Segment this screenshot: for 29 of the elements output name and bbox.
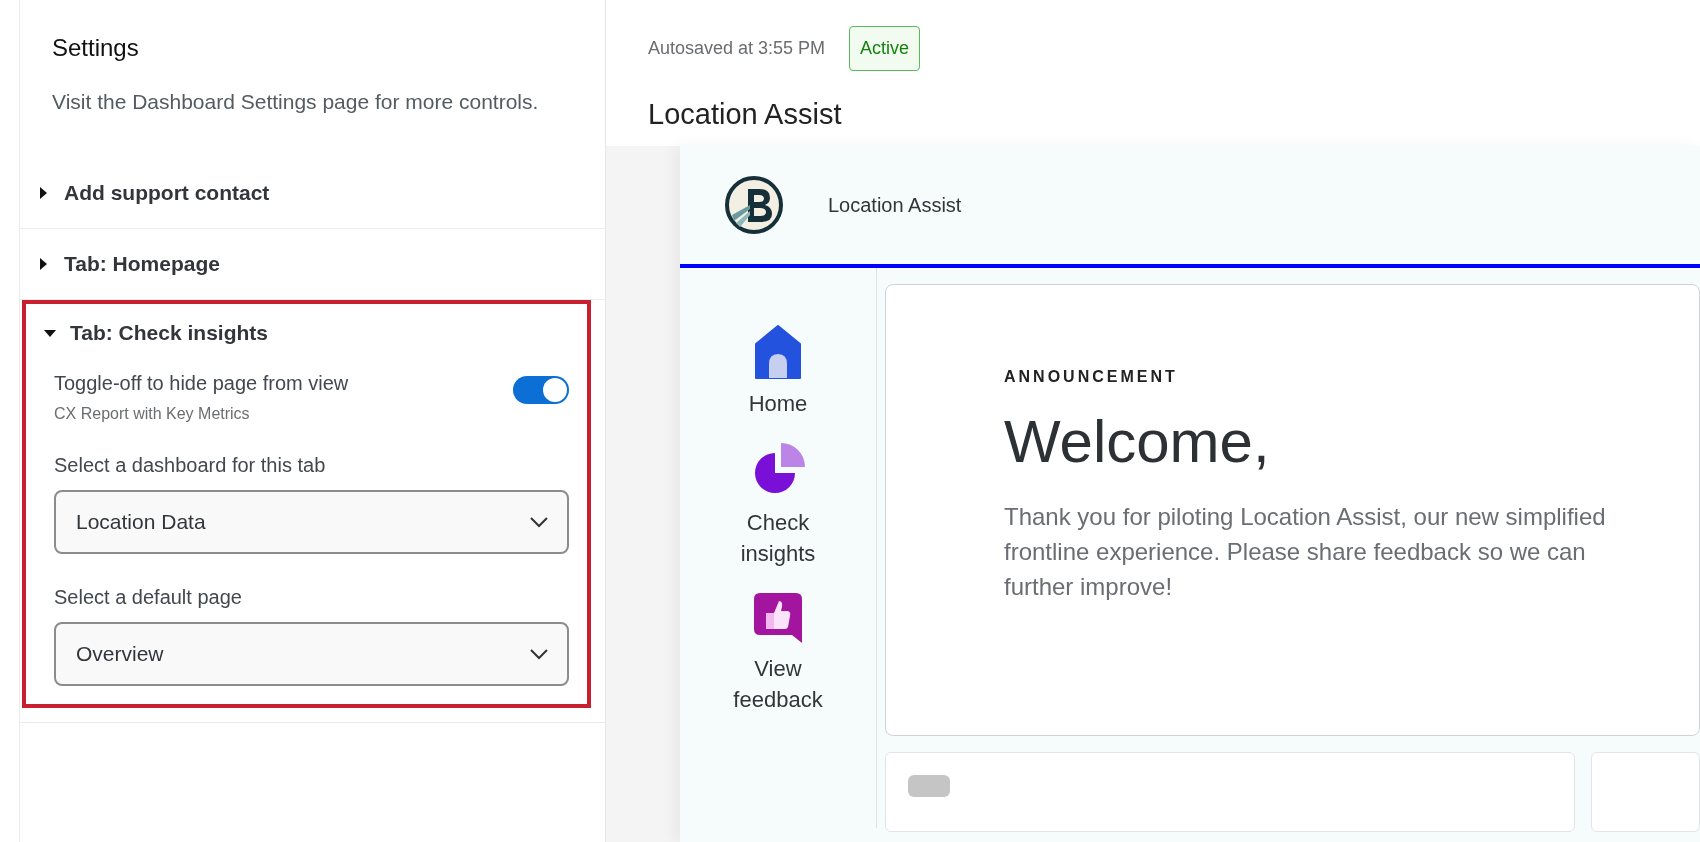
- nav-item[interactable]: View feedback: [723, 590, 833, 715]
- home-icon: [752, 323, 804, 380]
- eyebrow-text: ANNOUNCEMENT: [1004, 366, 1179, 387]
- toggle-label: Toggle-off to hide page from view: [54, 371, 349, 396]
- app-name: Location Assist: [828, 192, 962, 218]
- nav-item[interactable]: Check insights: [723, 440, 833, 569]
- section-header[interactable]: Tab: Check insights: [26, 304, 587, 362]
- welcome-heading: Welcome,: [1004, 408, 1271, 475]
- description-text: Visit the Dashboard Settings page for more controls.: [51, 89, 540, 115]
- placeholder-pill: [908, 774, 950, 797]
- dropdown-select[interactable]: Overview: [54, 622, 569, 686]
- thumbs-up-icon: [752, 590, 804, 645]
- panel-title: Settings: [51, 33, 140, 63]
- select-label: Select a dashboard for this tab: [54, 453, 327, 478]
- section-header[interactable]: Add support contact: [20, 158, 605, 228]
- caret-icon: [44, 327, 56, 339]
- toggle-sublabel: CX Report with Key Metrics: [54, 404, 251, 424]
- nav-item[interactable]: Home: [748, 323, 808, 419]
- announcement-text: Thank you for piloting Location Assist, our new simplified frontline experience. Please share feedback so we can further improve!: [1004, 501, 1607, 602]
- chevron-down-icon: [529, 516, 549, 528]
- logo-icon: [724, 174, 784, 235]
- dropdown-select[interactable]: Location Data: [54, 490, 569, 554]
- autosave-text: Autosaved at 3:55 PM: [648, 37, 826, 60]
- section-header[interactable]: Tab: Homepage: [20, 229, 605, 299]
- select-label: Select a default page: [54, 585, 243, 610]
- toggle-switch[interactable]: [513, 376, 569, 404]
- status-tag: Active: [849, 26, 921, 71]
- chevron-down-icon: [529, 648, 549, 660]
- page-title: Location Assist: [648, 97, 843, 132]
